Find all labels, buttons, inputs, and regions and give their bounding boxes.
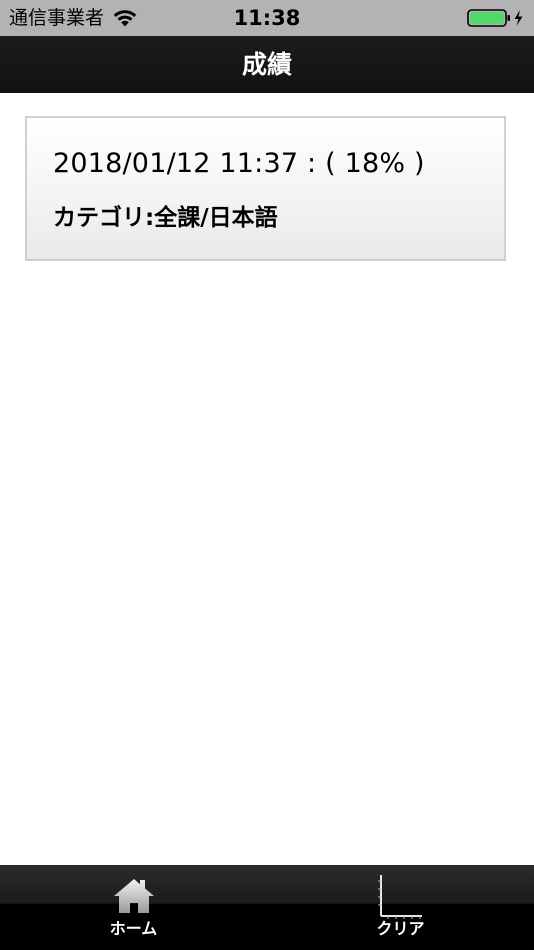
tab-clear-label: クリア xyxy=(376,919,425,938)
screen: 通信事業者 11:38 成績 2018/01/12 11:37 : ( 18% … xyxy=(0,0,534,950)
status-bar: 通信事業者 11:38 xyxy=(0,0,534,36)
record-category: カテゴリ:全課/日本語 xyxy=(53,205,278,231)
battery-charging-icon xyxy=(467,9,523,27)
home-icon xyxy=(113,879,154,913)
tab-bar: ホーム クリア xyxy=(0,865,534,950)
tab-clear[interactable]: クリア xyxy=(267,865,534,950)
tab-home[interactable]: ホーム xyxy=(0,865,267,950)
navigation-bar: 成績 xyxy=(0,36,534,93)
results-list: 2018/01/12 11:37 : ( 18% ) カテゴリ:全課/日本語 xyxy=(0,93,534,865)
status-time: 11:38 xyxy=(233,6,301,30)
tab-home-label: ホーム xyxy=(109,919,158,938)
chart-icon xyxy=(377,875,422,919)
record-datetime-score: 2018/01/12 11:37 : ( 18% ) xyxy=(53,148,425,179)
page-title: 成績 xyxy=(241,50,292,79)
result-record-card[interactable]: 2018/01/12 11:37 : ( 18% ) カテゴリ:全課/日本語 xyxy=(25,116,506,261)
